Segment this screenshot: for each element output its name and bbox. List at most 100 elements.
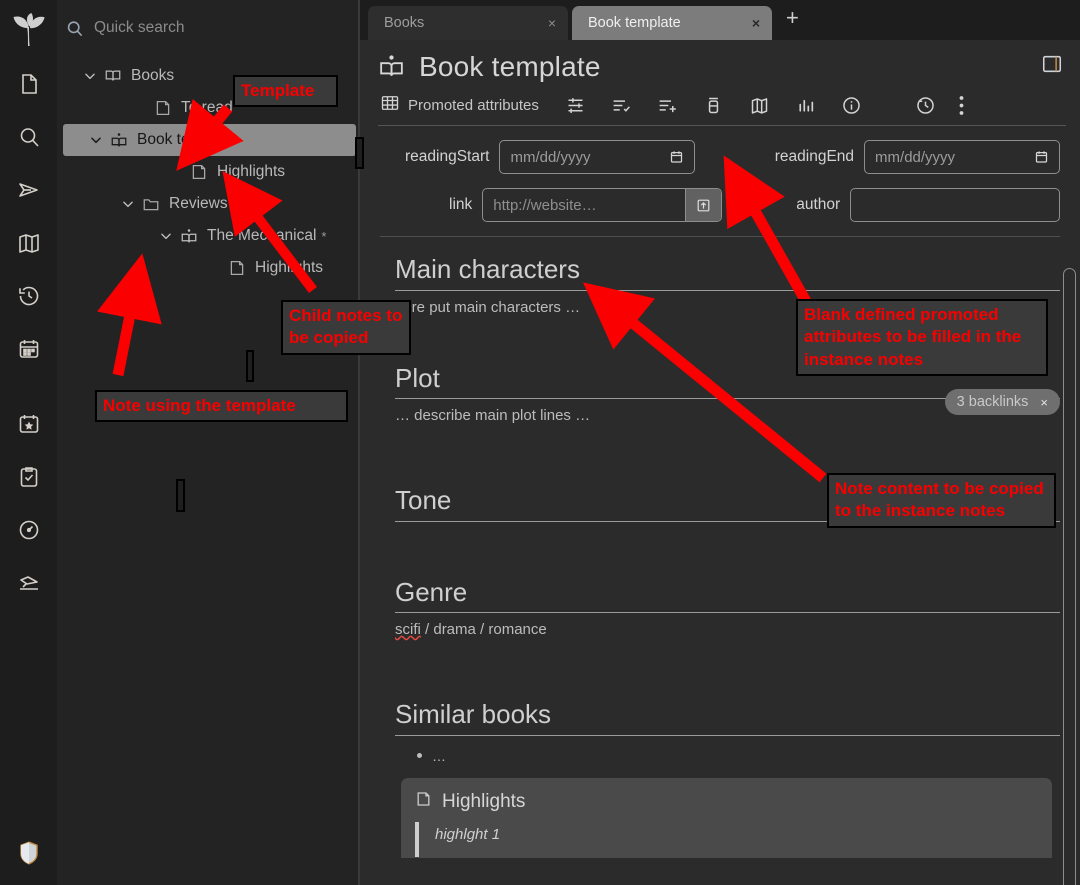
section-heading: Genre — [395, 576, 1060, 614]
child-note-quote: highlght 1 — [415, 822, 1052, 857]
date-placeholder: mm/dd/yyyy — [875, 149, 955, 166]
content-spacer — [395, 530, 1060, 574]
speedometer-icon[interactable] — [9, 510, 49, 550]
note-page-icon[interactable] — [9, 64, 49, 104]
tree-item-to-read[interactable]: To read — [57, 92, 360, 124]
tree-item-highlights-template[interactable]: Highlights — [57, 156, 360, 188]
template-book-icon — [177, 227, 201, 246]
sliders-icon[interactable] — [553, 91, 599, 119]
tree-item-book-template[interactable]: Book template — [63, 124, 356, 156]
clipboard-check-icon[interactable] — [9, 457, 49, 497]
author-input[interactable] — [850, 188, 1060, 222]
genre-rest: / drama / romance — [421, 621, 547, 638]
content-spacer — [395, 638, 1060, 696]
section-text: here put main characters … — [395, 291, 1060, 316]
tree-item-label: Book template — [137, 132, 236, 148]
ribbon-tab-promoted-attributes[interactable]: Promoted attributes — [378, 91, 553, 119]
page-title: Book template — [419, 51, 1024, 83]
close-icon[interactable]: × — [1040, 395, 1048, 410]
ribbon-tab-label: Promoted attributes — [408, 97, 539, 114]
note-detail-pane: Books × Book template × + Book template — [360, 0, 1080, 885]
tree-item-label: Reviews — [169, 196, 228, 212]
open-external-icon[interactable] — [685, 189, 721, 221]
search-icon[interactable] — [9, 117, 49, 157]
misspelled-word: scifi — [395, 621, 421, 638]
note-tree: Books To read — [57, 56, 360, 284]
map-icon[interactable] — [9, 223, 49, 263]
tab-books[interactable]: Books × — [368, 6, 568, 40]
readingEnd-input[interactable]: mm/dd/yyyy — [864, 140, 1060, 174]
link-placeholder: http://website… — [483, 197, 684, 214]
close-icon[interactable]: × — [752, 15, 760, 31]
template-book-icon — [378, 53, 405, 81]
list-plus-icon[interactable] — [645, 91, 691, 119]
section-tone: Tone — [395, 484, 1060, 530]
shield-icon[interactable] — [9, 833, 49, 873]
date-placeholder: mm/dd/yyyy — [510, 149, 590, 166]
plane-landing-icon[interactable] — [9, 563, 49, 603]
chevron-down-icon[interactable] — [79, 69, 101, 83]
bar-chart-icon[interactable] — [783, 91, 829, 119]
quick-search-row[interactable] — [57, 0, 360, 56]
calendar-icon[interactable] — [1034, 149, 1049, 165]
note-content[interactable]: Main characters here put main characters… — [380, 237, 1060, 858]
content-scrollbar[interactable] — [1063, 268, 1076, 885]
bullet-icon — [417, 753, 422, 758]
content-spacer — [395, 316, 1060, 360]
backlinks-badge[interactable]: 3 backlinks × — [945, 389, 1060, 415]
list-check-icon[interactable] — [599, 91, 645, 119]
info-circle-icon[interactable] — [829, 91, 875, 119]
trilium-leaf-logo — [9, 10, 49, 50]
new-tab-button[interactable]: + — [776, 7, 809, 33]
folder-icon — [139, 195, 163, 213]
ribbon-bar: Promoted attributes — [378, 91, 1066, 126]
list-item-text: … — [432, 748, 446, 764]
attribute-label: author — [796, 196, 840, 214]
tab-label: Book template — [588, 15, 681, 31]
note-page-icon — [151, 99, 175, 117]
search-input[interactable] — [94, 19, 314, 37]
child-note-title: Highlights — [442, 791, 525, 813]
calendar-star-icon[interactable] — [9, 404, 49, 444]
list-item: … — [395, 736, 1060, 764]
backlinks-label: 3 backlinks — [957, 394, 1029, 410]
chevron-down-icon[interactable] — [117, 197, 139, 211]
tree-item-label: Highlights — [255, 260, 323, 276]
section-text — [395, 522, 1060, 530]
link-input[interactable]: http://website… — [482, 188, 721, 222]
child-note-header: Highlights — [401, 790, 1052, 822]
note-body: readingStart mm/dd/yyyy readingEnd mm/dd… — [360, 126, 1080, 885]
note-page-icon — [187, 163, 211, 181]
kebab-menu-icon[interactable] — [949, 91, 975, 119]
note-page-icon — [225, 259, 249, 277]
attribute-row-link: link http://website… author — [380, 188, 1060, 222]
chevron-down-icon[interactable] — [155, 229, 177, 243]
tree-item-label: Highlights — [217, 164, 285, 180]
history-clock-icon[interactable] — [903, 91, 949, 119]
tree-item-books[interactable]: Books — [57, 60, 360, 92]
calendar-icon[interactable] — [9, 329, 49, 369]
content-spacer — [395, 424, 1060, 482]
send-paper-plane-icon[interactable] — [9, 170, 49, 210]
chevron-down-icon[interactable] — [85, 133, 107, 147]
tree-item-highlights-instance[interactable]: Highlights — [57, 252, 360, 284]
tree-item-label: Books — [131, 68, 174, 84]
calendar-icon[interactable] — [669, 149, 684, 165]
section-genre: Genre scifi / drama / romance — [395, 576, 1060, 639]
table-grid-icon — [380, 93, 400, 117]
child-note-highlights[interactable]: Highlights highlght 1 — [401, 778, 1052, 858]
search-icon — [65, 19, 84, 38]
close-icon[interactable]: × — [548, 15, 556, 31]
tab-book-template[interactable]: Book template × — [572, 6, 772, 40]
readingStart-input[interactable]: mm/dd/yyyy — [499, 140, 695, 174]
map-icon[interactable] — [737, 91, 783, 119]
open-book-icon — [101, 67, 125, 85]
tree-item-the-mechanical[interactable]: The Mechanical * — [57, 220, 360, 252]
note-title-row: Book template — [378, 50, 1066, 83]
basic-properties-icon[interactable] — [691, 91, 737, 119]
history-clock-icon[interactable] — [9, 276, 49, 316]
attribute-label: link — [380, 196, 472, 214]
template-book-icon — [107, 131, 131, 150]
tree-item-reviews[interactable]: Reviews — [57, 188, 360, 220]
right-panel-toggle-icon[interactable] — [1038, 50, 1066, 83]
